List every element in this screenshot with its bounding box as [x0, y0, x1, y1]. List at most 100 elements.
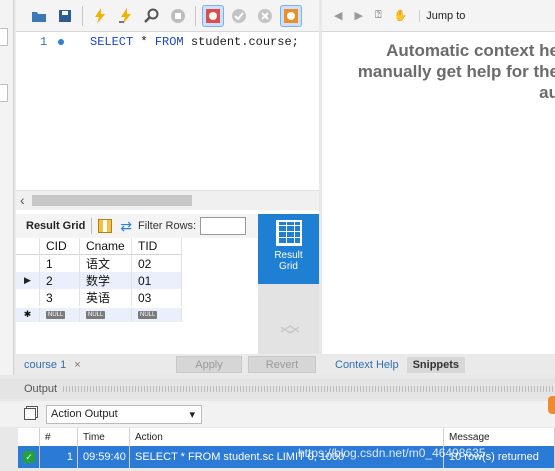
scroll-thumb[interactable] [32, 195, 192, 206]
table-cell[interactable]: 02 [132, 255, 182, 272]
filter-rows-label: Filter Rows: [138, 220, 197, 232]
apply-button[interactable]: Apply [176, 356, 242, 373]
line-gutter: 1 [16, 32, 76, 190]
tile-label-line1: Result [274, 250, 303, 261]
statement-marker-icon [58, 39, 64, 45]
scroll-left-arrow-icon[interactable]: ‹ [20, 192, 25, 208]
result-data-table: CID Cname TID 1 语文 02 2 数学 01 3 英语 03 ✱ … [16, 238, 182, 323]
manual-help-icon[interactable]: ⍰ [375, 9, 382, 22]
row-indicator [16, 255, 40, 272]
filter-refresh-icon[interactable]: ⇄ [120, 218, 132, 235]
revert-button[interactable]: Revert [248, 356, 316, 373]
chevron-down-icon: ▾ [189, 408, 195, 421]
copy-output-icon[interactable] [24, 408, 36, 420]
null-cell[interactable]: NULL [80, 307, 132, 322]
toolbar-separator [195, 5, 196, 26]
table-row[interactable]: 1 语文 02 [16, 255, 182, 272]
schema-tree-stub [0, 84, 8, 102]
null-cell[interactable]: NULL [132, 307, 182, 322]
output-type-value: Action Output [51, 408, 118, 420]
execute-current-lightning-icon[interactable] [115, 5, 137, 27]
keyword-from: FROM [154, 35, 184, 49]
schema-search-stub[interactable] [0, 28, 8, 46]
row-indicator [16, 289, 40, 306]
row-indicator-header [16, 238, 40, 255]
column-header[interactable]: Message [444, 428, 555, 446]
line-number: 1 [40, 35, 48, 49]
column-header[interactable]: CID [40, 238, 80, 255]
null-badge: NULL [86, 310, 106, 319]
table-header: CID Cname TID [16, 238, 182, 255]
help-line-1: Automatic context he [386, 41, 555, 60]
table-cell[interactable]: 语文 [80, 255, 132, 272]
execute-lightning-icon[interactable] [89, 5, 111, 27]
editor-horizontal-scrollbar[interactable]: ‹ [16, 190, 319, 210]
schema-panel-edge [0, 0, 14, 375]
table-row[interactable]: 2 数学 01 [16, 272, 182, 289]
row-indicator [16, 272, 40, 289]
table-row[interactable]: 3 英语 03 [16, 289, 182, 306]
null-cell[interactable]: NULL [40, 307, 80, 322]
rollback-x-icon[interactable] [254, 5, 276, 27]
null-badge: NULL [46, 310, 66, 319]
result-grid-label: Result Grid [26, 220, 86, 232]
sql-code-area[interactable]: 1 SELECT * FROM student.course; [16, 32, 319, 190]
column-header[interactable]: Time [78, 428, 130, 446]
open-folder-icon[interactable] [28, 5, 50, 27]
table-cell[interactable]: 英语 [80, 289, 132, 306]
editor-toolbar [16, 0, 319, 32]
status-cell: ✓ [18, 446, 40, 468]
orange-side-marker [548, 396, 555, 414]
tab-snippets[interactable]: Snippets [406, 356, 466, 373]
context-help-panel: ◀ ▶ ⍰ ✋ Jump to Automatic context he man… [322, 0, 555, 354]
code-star: * [133, 35, 155, 49]
watermark-text: https://blog.csdn.net/m0_46498635 [298, 446, 486, 460]
save-icon[interactable] [54, 5, 76, 27]
stop-icon[interactable] [167, 5, 189, 27]
context-help-toolbar: ◀ ▶ ⍰ ✋ Jump to [322, 0, 555, 32]
table-cell[interactable]: 2 [40, 272, 80, 289]
table-cell[interactable]: 3 [40, 289, 80, 306]
jump-to-select[interactable]: Jump to [419, 9, 465, 22]
column-header[interactable]: Action [130, 428, 444, 446]
table-grid-icon [275, 220, 302, 246]
table-cell[interactable]: 1 [40, 255, 80, 272]
toggle-continue-on-error-icon[interactable] [202, 4, 224, 27]
table-cell[interactable]: 数学 [80, 272, 132, 289]
toolbar-separator [91, 218, 93, 234]
drag-grip[interactable] [63, 386, 555, 392]
status-column-header [18, 428, 40, 446]
forward-arrow-icon[interactable]: ▶ [354, 9, 362, 22]
sql-statement[interactable]: SELECT * FROM student.course; [90, 35, 299, 49]
tab-course-1[interactable]: course 1 × [16, 359, 176, 371]
keyword-select: SELECT [90, 35, 134, 49]
null-badge: NULL [138, 310, 158, 319]
scroll-down-chevron-icon[interactable]: ﹀ [280, 327, 300, 347]
output-title: Output [24, 383, 58, 395]
success-check-icon: ✓ [23, 451, 35, 463]
close-icon[interactable]: × [74, 359, 80, 371]
auto-help-icon[interactable]: ✋ [394, 9, 408, 22]
result-view-side-panel: Result Grid ︿ ﹀ [258, 214, 319, 354]
explain-magnifier-icon[interactable] [141, 5, 163, 27]
grid-layout-icon[interactable] [98, 219, 113, 233]
result-grid-view-button[interactable]: Result Grid [258, 214, 319, 284]
help-line-3: au [539, 83, 555, 102]
table-cell[interactable]: 03 [132, 289, 182, 306]
column-header[interactable]: Cname [80, 238, 132, 255]
filter-rows-input[interactable] [200, 217, 247, 235]
context-help-message: Automatic context he manually get help f… [319, 40, 555, 103]
help-line-2: manually get help for the [357, 62, 555, 81]
row-time: 09:59:40 [78, 446, 130, 468]
back-arrow-icon[interactable]: ◀ [334, 9, 342, 22]
output-type-select[interactable]: Action Output ▾ [46, 404, 202, 424]
column-header[interactable]: TID [132, 238, 182, 255]
new-row-indicator-icon: ✱ [16, 307, 40, 322]
autocommit-toggle-icon[interactable] [280, 4, 302, 27]
output-table-header: # Time Action Message [18, 428, 555, 446]
new-row[interactable]: ✱ NULL NULL NULL [16, 306, 182, 323]
commit-check-icon[interactable] [228, 5, 250, 27]
column-header[interactable]: # [40, 428, 78, 446]
tab-context-help[interactable]: Context Help [327, 357, 407, 373]
table-cell[interactable]: 01 [132, 272, 182, 289]
